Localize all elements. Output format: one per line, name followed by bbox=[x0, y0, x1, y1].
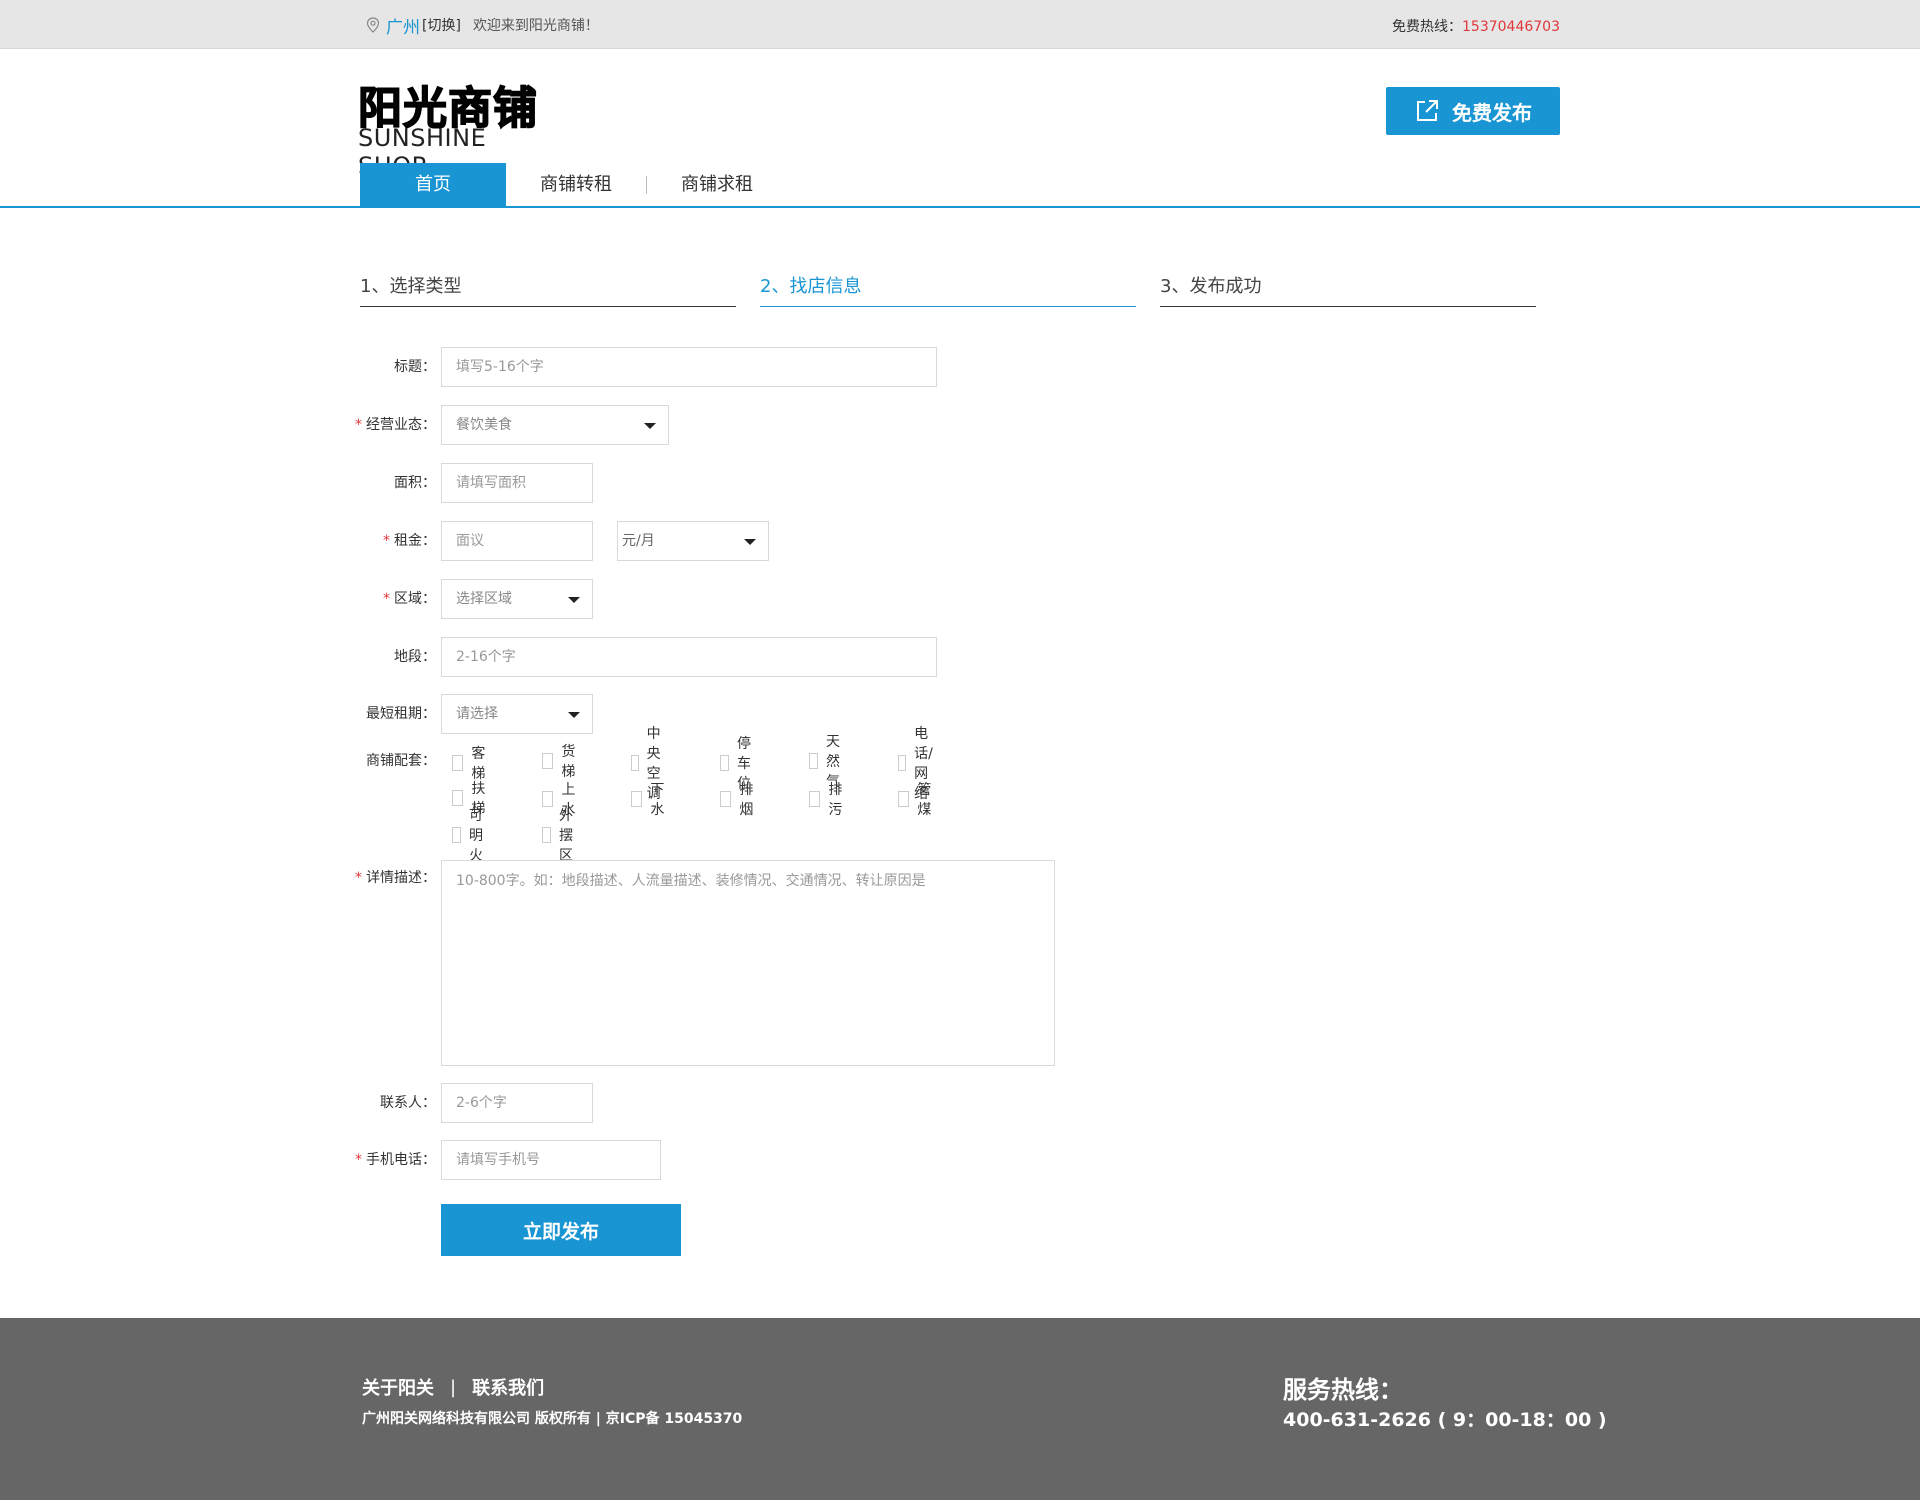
phone-input[interactable] bbox=[441, 1140, 661, 1180]
facility-checkbox[interactable]: 排污 bbox=[809, 782, 847, 818]
site-logo[interactable]: 阳光商铺 SUNSHINE SHOP bbox=[357, 72, 558, 180]
nav-underline bbox=[0, 206, 1920, 208]
business-select[interactable]: 餐饮美食 bbox=[441, 405, 669, 445]
phone-label: * 手机电话： bbox=[355, 1152, 436, 1168]
nav-shop-sublease[interactable]: 商铺转租 bbox=[506, 163, 646, 207]
required-mark: * bbox=[383, 533, 390, 549]
required-mark: * bbox=[355, 870, 362, 886]
rent-unit-select[interactable]: 元/月 bbox=[617, 521, 769, 561]
facility-checkbox[interactable]: 天然气 bbox=[809, 734, 847, 790]
current-city: 广州 bbox=[386, 17, 420, 38]
contact-label: 联系人： bbox=[380, 1095, 436, 1111]
free-publish-button[interactable]: 免费发布 bbox=[1386, 87, 1560, 135]
checkbox-box[interactable] bbox=[452, 827, 461, 843]
description-textarea[interactable] bbox=[441, 860, 1055, 1066]
facility-checkbox[interactable]: 下水 bbox=[631, 782, 669, 818]
location-pin-icon bbox=[366, 17, 380, 33]
contact-input[interactable] bbox=[441, 1083, 593, 1123]
facilities-label: 商铺配套： bbox=[366, 753, 436, 769]
hotline: 免费热线：15370446703 bbox=[1392, 16, 1560, 36]
checkbox-box[interactable] bbox=[720, 755, 729, 771]
footer-links: 关于阳关 | 联系我们 bbox=[362, 1374, 544, 1400]
title-input[interactable] bbox=[441, 347, 937, 387]
rent-label: * 租金： bbox=[383, 533, 436, 549]
description-label: * 详情描述： bbox=[355, 870, 436, 886]
required-mark: * bbox=[355, 417, 362, 433]
chevron-down-icon bbox=[644, 423, 656, 429]
checkbox-box[interactable] bbox=[542, 791, 554, 807]
facility-checkbox[interactable]: 可明火 bbox=[452, 808, 490, 864]
business-label: * 经营业态： bbox=[355, 417, 436, 433]
chevron-down-icon bbox=[568, 712, 580, 718]
checkbox-box[interactable] bbox=[720, 791, 732, 807]
hotline-label: 免费热线： bbox=[1392, 19, 1463, 35]
checkbox-box[interactable] bbox=[452, 755, 464, 771]
min-term-label: 最短租期： bbox=[366, 706, 436, 722]
top-bar: 广州 [切换] 欢迎来到阳光商铺！ 免费热线：15370446703 bbox=[0, 0, 1920, 49]
checkbox-box[interactable] bbox=[809, 791, 821, 807]
checkbox-box[interactable] bbox=[898, 791, 910, 807]
external-link-icon bbox=[1417, 100, 1438, 121]
checkbox-box[interactable] bbox=[542, 827, 551, 843]
district-select-value: 选择区域 bbox=[456, 591, 512, 607]
chevron-down-icon bbox=[744, 539, 756, 545]
copyright: 广州阳关网络科技有限公司 版权所有 | 京ICP备 15045370 bbox=[362, 1411, 743, 1427]
rent-unit-value: 元/月 bbox=[622, 533, 655, 549]
service-hotline-number: 400-631-2626 ( 9：00-18：00 ) bbox=[1283, 1409, 1607, 1431]
checkbox-box[interactable] bbox=[631, 755, 639, 771]
step-publish-success: 3、发布成功 bbox=[1160, 270, 1536, 307]
checkbox-box[interactable] bbox=[452, 790, 464, 806]
free-publish-label: 免费发布 bbox=[1452, 100, 1532, 125]
facility-checkbox[interactable]: 中央空调 bbox=[631, 726, 669, 802]
checkbox-box[interactable] bbox=[898, 755, 907, 771]
facility-checkbox[interactable]: 外摆区 bbox=[542, 808, 580, 864]
business-select-value: 餐饮美食 bbox=[456, 417, 512, 433]
location-selector: 广州 [切换] 欢迎来到阳光商铺！ bbox=[366, 14, 599, 38]
welcome-text: 欢迎来到阳光商铺！ bbox=[472, 18, 599, 34]
facility-checkbox[interactable]: 货梯 bbox=[542, 744, 580, 780]
min-term-select-value: 请选择 bbox=[456, 706, 498, 722]
location-label: 地段： bbox=[394, 649, 436, 665]
facility-checkbox[interactable]: 管煤 bbox=[898, 782, 936, 818]
rent-input[interactable] bbox=[441, 521, 593, 561]
district-label: * 区域： bbox=[383, 591, 436, 607]
required-mark: * bbox=[355, 1152, 362, 1168]
facility-checkbox[interactable]: 电话/网络 bbox=[898, 726, 941, 802]
district-select[interactable]: 选择区域 bbox=[441, 579, 593, 619]
switch-city-link[interactable]: [切换] bbox=[422, 15, 461, 35]
hotline-number: 15370446703 bbox=[1462, 19, 1560, 35]
step-shop-info: 2、找店信息 bbox=[760, 270, 1136, 307]
facility-checkbox[interactable]: 排烟 bbox=[720, 782, 758, 818]
header: 阳光商铺 SUNSHINE SHOP 免费发布 首页 商铺转租 商铺求租 bbox=[0, 50, 1920, 208]
submit-publish-button[interactable]: 立即发布 bbox=[441, 1204, 681, 1256]
checkbox-box[interactable] bbox=[631, 791, 643, 807]
chevron-down-icon bbox=[568, 597, 580, 603]
location-input[interactable] bbox=[441, 637, 937, 677]
step-select-type: 1、选择类型 bbox=[360, 270, 736, 307]
nav-shop-wanted[interactable]: 商铺求租 bbox=[647, 163, 787, 207]
checkbox-box[interactable] bbox=[542, 753, 554, 769]
contact-us-link[interactable]: 联系我们 bbox=[472, 1374, 544, 1400]
main-nav: 首页 商铺转租 商铺求租 bbox=[360, 163, 787, 207]
checkbox-box[interactable] bbox=[809, 753, 818, 769]
area-input[interactable] bbox=[441, 463, 593, 503]
footer-separator: | bbox=[450, 1376, 457, 1398]
progress-steps: 1、选择类型 2、找店信息 3、发布成功 bbox=[360, 270, 1536, 310]
about-link[interactable]: 关于阳关 bbox=[362, 1374, 434, 1400]
area-label: 面积： bbox=[394, 475, 436, 491]
footer: 关于阳关 | 联系我们 广州阳关网络科技有限公司 版权所有 | 京ICP备 15… bbox=[0, 1318, 1920, 1500]
service-hotline-title: 服务热线： bbox=[1283, 1376, 1403, 1404]
title-label: 标题： bbox=[394, 359, 436, 375]
facility-checkbox[interactable]: 客梯 bbox=[452, 746, 490, 782]
required-mark: * bbox=[383, 591, 390, 607]
min-term-select[interactable]: 请选择 bbox=[441, 694, 593, 734]
facility-checkbox[interactable]: 停车位 bbox=[720, 736, 758, 792]
nav-home[interactable]: 首页 bbox=[360, 163, 506, 207]
